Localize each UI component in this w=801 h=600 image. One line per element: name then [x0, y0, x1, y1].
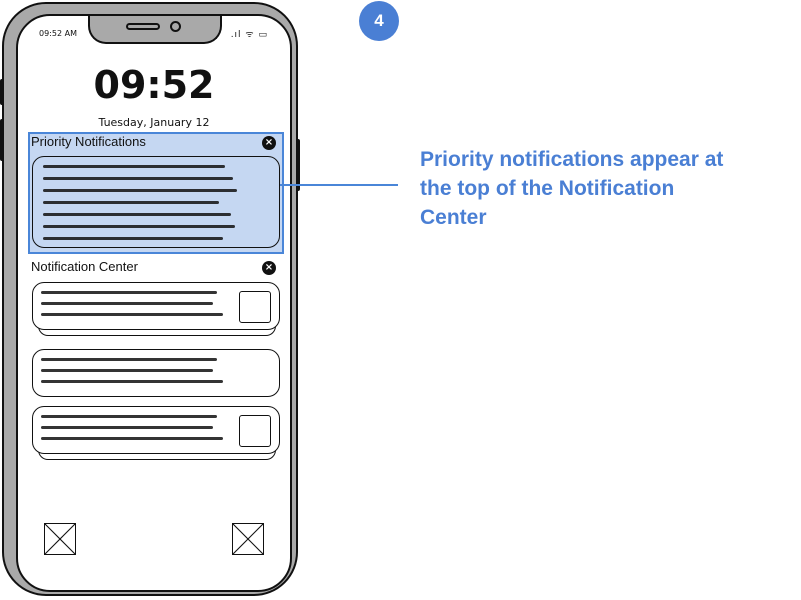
- lock-date: Tuesday, January 12: [98, 116, 210, 129]
- notch: [88, 16, 222, 44]
- camera-icon: [170, 21, 181, 32]
- silent-switch: [0, 79, 4, 105]
- status-time: 09:52 AM: [39, 29, 77, 38]
- lock-clock: 09:52: [93, 63, 215, 107]
- notification-card[interactable]: [32, 406, 280, 454]
- flashlight-icon[interactable]: [44, 523, 76, 555]
- callout-connector-line: [280, 184, 398, 186]
- status-icons: .ıl ᯤ ▭: [231, 27, 268, 40]
- step-number-badge: 4: [359, 1, 399, 41]
- notification-center-title: Notification Center: [31, 259, 138, 274]
- priority-close-icon[interactable]: ×: [262, 136, 276, 150]
- phone-frame: 09:52 AM .ıl ᯤ ▭ 09:52 Tuesday, January …: [0, 2, 300, 596]
- notification-card[interactable]: [32, 282, 280, 330]
- phone-screen: 09:52 AM .ıl ᯤ ▭ 09:52 Tuesday, January …: [16, 14, 292, 592]
- camera-shortcut-icon[interactable]: [232, 523, 264, 555]
- priority-notification-card[interactable]: [32, 156, 280, 248]
- notification-thumbnail: [239, 291, 271, 323]
- callout-text: Priority notifications appear at the top…: [420, 148, 724, 229]
- notification-center-close-icon[interactable]: ×: [262, 261, 276, 275]
- priority-notifications-title: Priority Notifications: [31, 134, 146, 149]
- signal-wifi-battery-icon: .ıl ᯤ ▭: [230, 30, 268, 40]
- volume-up-button: [0, 119, 4, 161]
- notification-thumbnail: [239, 415, 271, 447]
- speaker-icon: [126, 23, 160, 30]
- notification-card[interactable]: [32, 349, 280, 397]
